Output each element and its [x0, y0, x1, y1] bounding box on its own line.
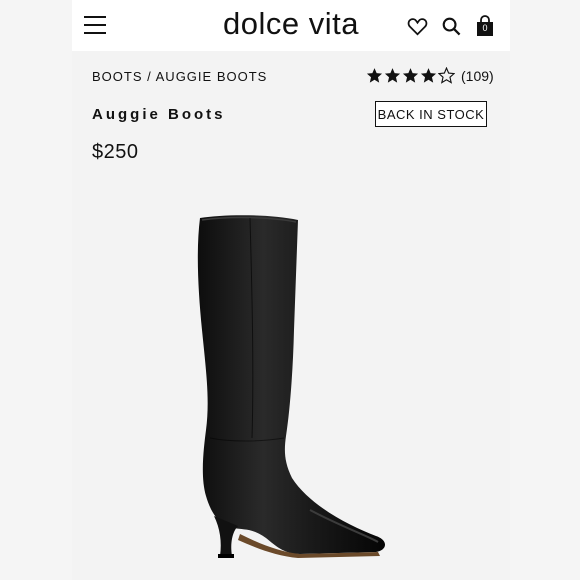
star-filled-icon — [420, 68, 437, 83]
search-icon[interactable] — [440, 15, 462, 37]
product-price: $250 — [92, 141, 139, 163]
breadcrumb-separator: / — [142, 69, 156, 84]
breadcrumb-auggie-boots[interactable]: AUGGIE BOOTS — [156, 69, 268, 84]
breadcrumb: BOOTS / AUGGIE BOOTS — [92, 69, 267, 84]
star-filled-icon — [384, 68, 401, 83]
top-navigation-bar: dolce vita 0 — [72, 0, 510, 51]
breadcrumb-boots[interactable]: BOOTS — [92, 69, 143, 84]
star-filled-icon — [366, 68, 383, 83]
product-rating[interactable]: (109) — [366, 67, 494, 84]
star-empty-icon — [438, 67, 455, 84]
bag-icon[interactable]: 0 — [474, 15, 496, 37]
product-image[interactable] — [180, 210, 410, 580]
product-title: Auggie Boots — [92, 106, 226, 123]
header-icons: 0 — [406, 14, 496, 38]
bag-count: 0 — [482, 23, 488, 33]
back-in-stock-button[interactable]: BACK IN STOCK — [375, 101, 487, 127]
heart-icon[interactable] — [406, 15, 428, 37]
star-filled-icon — [402, 68, 419, 83]
review-count[interactable]: (109) — [461, 68, 494, 84]
